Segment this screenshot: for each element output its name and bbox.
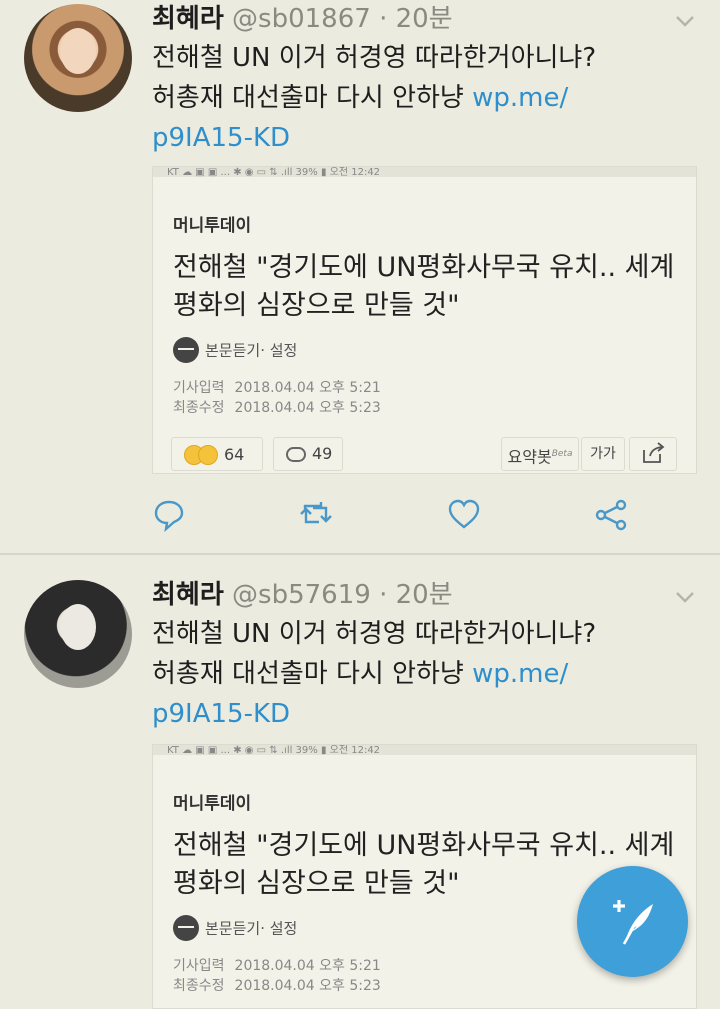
avatar-face bbox=[60, 28, 96, 74]
article-modified-date: 최종수정 2018.04.04 오후 5:23 bbox=[173, 397, 381, 417]
tweet-link-part1[interactable]: wp.me/ bbox=[472, 83, 568, 113]
article-share-pill bbox=[629, 437, 677, 471]
tweet-text-line1: 전해철 UN 이거 허경영 따라한거아니냐? bbox=[152, 43, 597, 73]
reaction-count: 64 bbox=[224, 444, 245, 464]
tweet-header: 최혜라 @sb57619 · 20분 bbox=[152, 578, 453, 612]
chevron-down-icon[interactable] bbox=[672, 8, 698, 34]
tweet-text-line2: 허총재 대선출마 다시 안하냥 bbox=[152, 659, 473, 689]
modified-value: 2018.04.04 오후 5:23 bbox=[234, 978, 381, 994]
comment-pill: 49 bbox=[273, 437, 343, 471]
reaction-pill: 64 bbox=[171, 437, 263, 471]
summary-label: 요약봇 bbox=[507, 447, 552, 467]
listen-row: 본문듣기· 설정 bbox=[173, 337, 297, 363]
tweet-text: 전해철 UN 이거 허경영 따라한거아니냐? 허총재 대선출마 다시 안하냥 w… bbox=[152, 38, 692, 158]
input-value: 2018.04.04 오후 5:21 bbox=[234, 958, 381, 974]
listen-label: 본문듣기 bbox=[205, 919, 261, 938]
input-label: 기사입력 bbox=[173, 958, 225, 974]
tweet-time: 20분 bbox=[395, 4, 453, 34]
tweet-text-line2: 허총재 대선출마 다시 안하냥 bbox=[152, 83, 473, 113]
avatar[interactable] bbox=[24, 4, 132, 112]
summary-beta: Beta bbox=[551, 449, 573, 459]
article-headline: 전해철 "경기도에 UN평화사무국 유치.. 세계 평화의 심장으로 만들 것" bbox=[173, 252, 675, 321]
compose-tweet-button[interactable] bbox=[577, 866, 688, 977]
statusbar-text: KT ☁ ▣ ▣ ... ✱ ◉ ▭ ⇅ .ıll 39% ▮ 오전 12:42 bbox=[167, 745, 381, 756]
tweet-time: 20분 bbox=[395, 580, 453, 610]
modified-value: 2018.04.04 오후 5:23 bbox=[234, 400, 381, 416]
export-share-icon bbox=[643, 442, 665, 463]
comment-bubble-icon bbox=[286, 447, 306, 462]
publisher-name: 머니투데이 bbox=[173, 216, 252, 236]
phone-statusbar: KT ☁ ▣ ▣ ... ✱ ◉ ▭ ⇅ .ıll 39% ▮ 오전 12:42 bbox=[153, 745, 696, 756]
compose-feather-icon bbox=[613, 900, 653, 945]
article-input-date: 기사입력 2018.04.04 오후 5:21 bbox=[173, 377, 381, 397]
listen-label: 본문듣기 bbox=[205, 341, 261, 360]
listen-row: 본문듣기· 설정 bbox=[173, 915, 297, 941]
tweet-text: 전해철 UN 이거 허경영 따라한거아니냐? 허총재 대선출마 다시 안하냥 w… bbox=[152, 614, 692, 734]
tweet-link-part1[interactable]: wp.me/ bbox=[472, 659, 568, 689]
settings-label: · 설정 bbox=[260, 341, 298, 360]
statusbar-text: KT ☁ ▣ ▣ ... ✱ ◉ ▭ ⇅ .ıll 39% ▮ 오전 12:42 bbox=[167, 167, 381, 178]
article-modified-date: 최종수정 2018.04.04 오후 5:23 bbox=[173, 975, 381, 995]
listen-audio-icon bbox=[173, 337, 199, 363]
display-name[interactable]: 최혜라 bbox=[152, 4, 224, 34]
input-value: 2018.04.04 오후 5:21 bbox=[234, 380, 381, 396]
user-handle[interactable]: @sb01867 bbox=[232, 4, 371, 34]
settings-label: · 설정 bbox=[260, 919, 298, 938]
share-icon[interactable] bbox=[594, 498, 628, 532]
article-toolbar: 64 49 요약봇Beta 가가 bbox=[171, 437, 681, 473]
input-label: 기사입력 bbox=[173, 380, 225, 396]
tweet-text-line1: 전해철 UN 이거 허경영 따라한거아니냐? bbox=[152, 619, 597, 649]
tweet-link-part2[interactable]: p9IA15-KD bbox=[152, 694, 692, 734]
article-input-date: 기사입력 2018.04.04 오후 5:21 bbox=[173, 955, 381, 975]
article-screenshot-card[interactable]: KT ☁ ▣ ▣ ... ✱ ◉ ▭ ⇅ .ıll 39% ▮ 오전 12:42… bbox=[152, 166, 697, 474]
summary-bot-pill: 요약봇Beta bbox=[501, 437, 579, 471]
tweet-header: 최혜라 @sb01867 · 20분 bbox=[152, 2, 453, 36]
avatar[interactable] bbox=[24, 580, 132, 688]
tweet[interactable]: 최혜라 @sb01867 · 20분 전해철 UN 이거 허경영 따라한거아니냐… bbox=[0, 0, 720, 555]
publisher-name: 머니투데이 bbox=[173, 794, 252, 814]
emoji-sad-icon bbox=[198, 444, 218, 465]
tweet-link-part2[interactable]: p9IA15-KD bbox=[152, 118, 692, 158]
tweet-divider bbox=[0, 553, 720, 555]
heart-icon[interactable] bbox=[447, 498, 481, 532]
reply-icon[interactable] bbox=[152, 498, 186, 532]
modified-label: 최종수정 bbox=[173, 400, 225, 416]
display-name[interactable]: 최혜라 bbox=[152, 580, 224, 610]
tweet-actions bbox=[152, 498, 632, 534]
user-handle[interactable]: @sb57619 bbox=[232, 580, 371, 610]
separator-dot: · bbox=[379, 4, 388, 34]
listen-audio-icon bbox=[173, 915, 199, 941]
phone-statusbar: KT ☁ ▣ ▣ ... ✱ ◉ ▭ ⇅ .ıll 39% ▮ 오전 12:42 bbox=[153, 167, 696, 178]
modified-label: 최종수정 bbox=[173, 978, 225, 994]
font-size-pill: 가가 bbox=[581, 437, 625, 471]
comment-count: 49 bbox=[312, 444, 333, 463]
separator-dot: · bbox=[379, 580, 388, 610]
avatar-face bbox=[60, 604, 96, 650]
retweet-icon[interactable] bbox=[299, 498, 333, 532]
chevron-down-icon[interactable] bbox=[672, 584, 698, 610]
